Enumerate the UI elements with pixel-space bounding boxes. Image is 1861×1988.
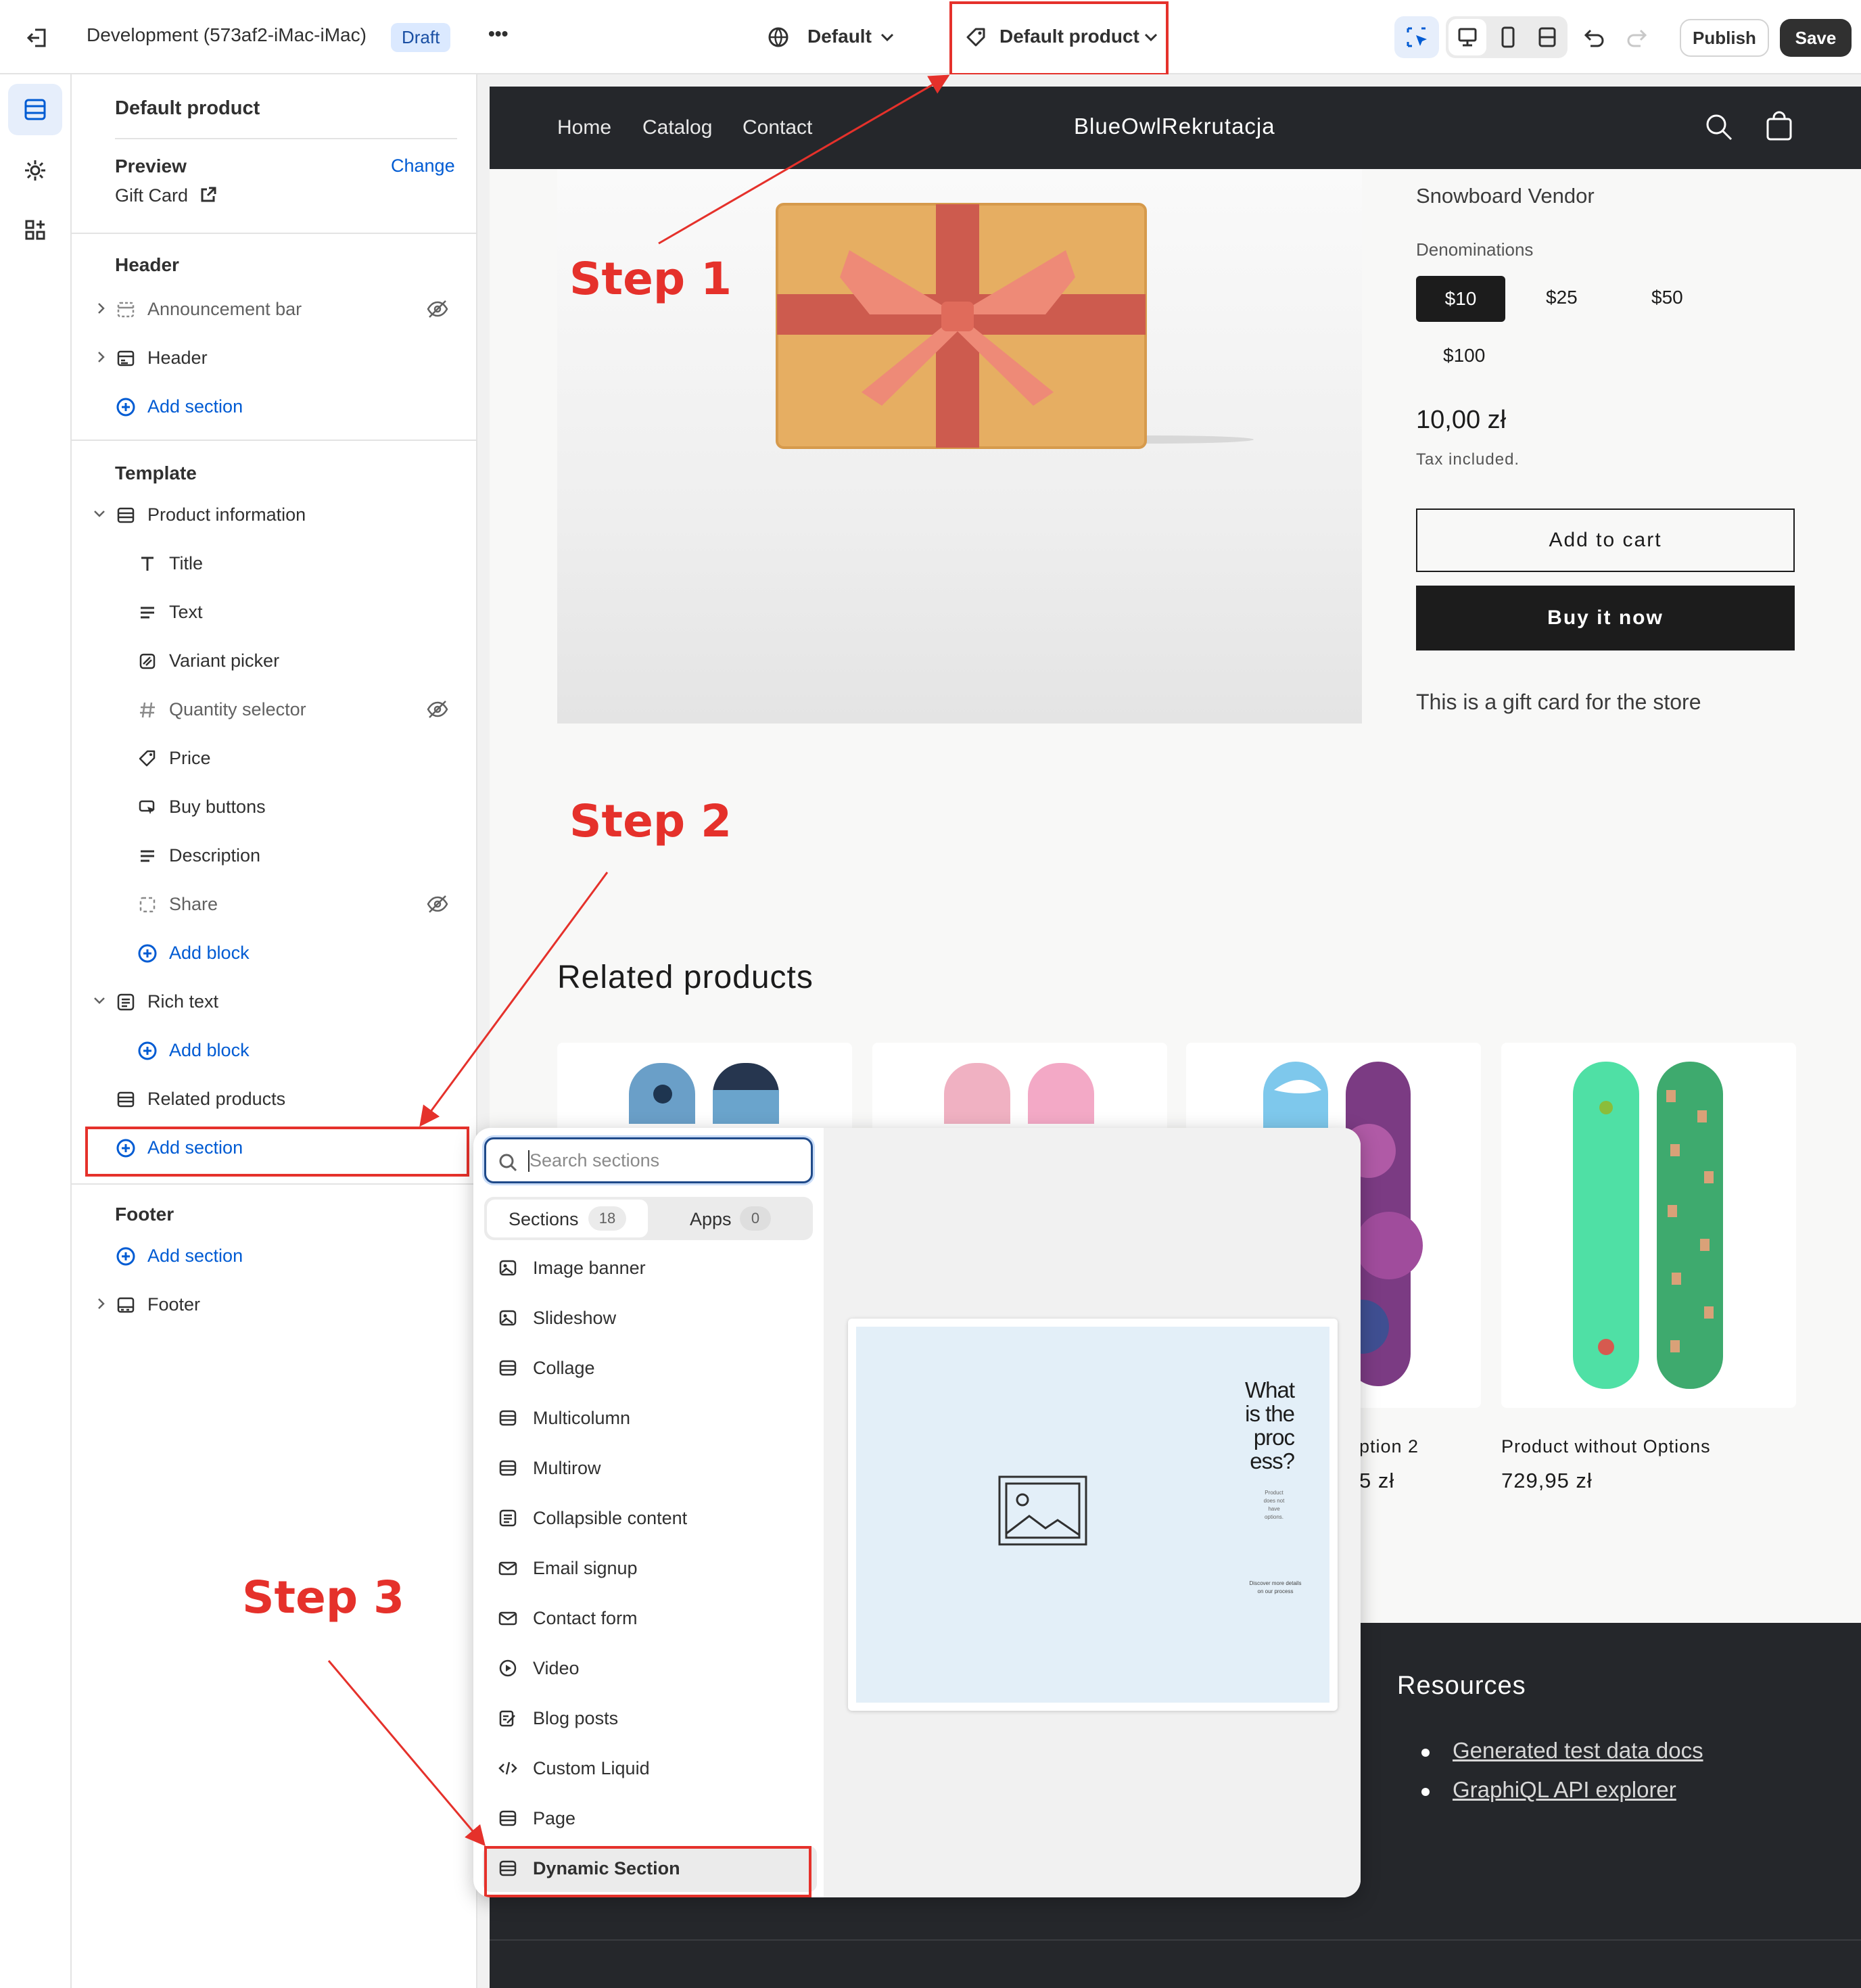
step-1-label: Step 1 bbox=[569, 253, 732, 305]
step-3-label: Step 3 bbox=[242, 1571, 404, 1624]
step-2-label: Step 2 bbox=[569, 795, 732, 847]
arrow-step-2 bbox=[419, 872, 609, 1127]
arrow-step-3 bbox=[327, 1660, 486, 1847]
arrow-step-1 bbox=[658, 74, 950, 245]
annotation-arrows bbox=[327, 74, 950, 1847]
